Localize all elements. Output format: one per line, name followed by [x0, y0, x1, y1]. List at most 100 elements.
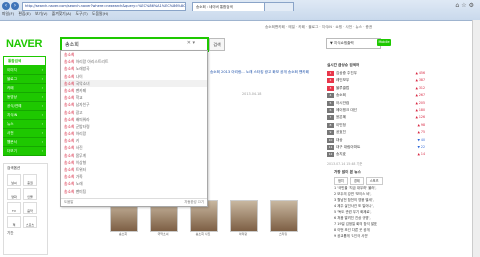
option-sports[interactable]: 스포츠 — [23, 216, 37, 228]
ranking-row[interactable]: 1 김상중 주진우 ▲ 456 — [327, 70, 427, 77]
suggestion-item[interactable]: 송소희 아리랑 — [61, 130, 207, 137]
suggestion-item[interactable]: 송소희 나이 — [61, 73, 207, 80]
suggestion-item[interactable]: 송소희 배띄워라 — [61, 116, 207, 123]
gear-icon[interactable]: ⚙ — [469, 2, 476, 9]
ranking-row[interactable]: 3 블루클럽 ▲ 312 — [327, 85, 427, 92]
mobile-badge[interactable]: Mobile — [377, 39, 391, 46]
suggestion-item[interactable]: 송소희 몸무게 — [61, 152, 207, 159]
suggestion-item[interactable]: 송소희 가족 — [61, 173, 207, 180]
suggestion-item[interactable]: 송소희 이상형 — [61, 159, 207, 166]
suggestion-item[interactable]: 송소희 키 — [61, 137, 207, 144]
dropdown-footer: 도움말 자동완성 끄기 — [61, 198, 207, 206]
ranking-row[interactable]: 4 송소희 ▲ 267 — [327, 92, 427, 99]
suggestion-item[interactable]: 송소희 군밤타령 — [61, 123, 207, 130]
menu-bar: 파일(F) 편집(E) 보기(V) 즐겨찾기(A) 도구(T) 도움말(H) — [2, 11, 111, 17]
image-thumb[interactable] — [230, 200, 258, 232]
tab-sports[interactable]: 스포츠 — [365, 177, 383, 185]
browser-nav: ‹ › — [2, 2, 20, 10]
naver-logo[interactable]: NAVER — [6, 38, 43, 50]
suggestion-item[interactable]: 송소희 광고 — [61, 109, 207, 116]
suggestion-item[interactable]: 송소희 팬카페 — [61, 87, 207, 94]
panel-title: 검색옵션 — [7, 166, 21, 170]
sidebar-item-news[interactable]: 뉴스 › — [3, 120, 46, 129]
ranking-row[interactable]: 12 송지효 ▲ 14 — [327, 151, 427, 158]
scrollbar[interactable] — [472, 20, 480, 257]
forward-icon[interactable]: › — [11, 2, 19, 10]
tab-politics[interactable]: 정치 — [334, 177, 348, 185]
option-weather[interactable]: 날씨 — [7, 174, 21, 186]
tab-active[interactable]: 송소희 : 네이버 통합검색 — [192, 2, 267, 11]
menu-tools[interactable]: 도구(T) — [75, 11, 87, 16]
thumb-caption: 송소희 — [118, 232, 128, 236]
menu-edit[interactable]: 편집(E) — [18, 11, 30, 16]
ranking-row[interactable]: 6 에이핑크 대선 ▲ 180 — [327, 107, 427, 114]
sidebar-item-image[interactable]: 이미지 › — [3, 66, 46, 75]
help-link[interactable]: 도움말 — [64, 199, 73, 206]
ranking-row[interactable]: 8 이민정 ▲ 98 — [327, 122, 427, 129]
ranking-row[interactable]: 9 공효진 ▲ 75 — [327, 129, 427, 136]
ranking-row[interactable]: 5 아시안컵 ▲ 205 — [327, 100, 427, 107]
address-bar[interactable]: http://search.naver.com/search.naver?whe… — [22, 2, 186, 11]
suggestion-item[interactable]: 송소희 팬미팅 — [61, 188, 207, 195]
image-thumb[interactable] — [270, 200, 298, 232]
sidebar-item-video[interactable]: 동영상 › — [3, 93, 46, 102]
thumb-caption: 아리랑 — [238, 232, 248, 236]
menu-favorites[interactable]: 즐겨찾기(A) — [52, 11, 72, 16]
thumb-caption: 국악소녀 — [157, 232, 169, 236]
tab-inactive[interactable] — [264, 2, 294, 11]
ranking-row[interactable]: 11 대구 대림아파트 ▼ 22 — [327, 144, 427, 151]
autocomplete-off-link[interactable]: 자동완성 끄기 — [184, 199, 204, 206]
suggestion-item[interactable]: 송소희 노래방곡 — [61, 65, 207, 72]
sidebar-item-more[interactable]: 더보기 › — [3, 147, 46, 156]
shopping-select[interactable]: ▼ 지식쇼핑출력 — [326, 38, 381, 49]
thumb-caption: 송소희 사진 — [195, 232, 211, 236]
suggestion-item[interactable]: 송소희 노래 — [61, 180, 207, 187]
search-button[interactable]: 검색 — [209, 38, 225, 51]
option-tv[interactable]: TV — [7, 202, 21, 214]
sidebar-item-dict[interactable]: 사전 › — [3, 129, 46, 138]
news-row[interactable]: 송소희 2013 아리랑... 노래 스타킹 광고 화보 공개 송소희 팬카페 — [210, 70, 309, 75]
popular-news-title: 가장 많이 본 뉴스 — [334, 170, 361, 174]
sidebar-item-web[interactable]: 웹문서 › — [3, 138, 46, 147]
menu-view[interactable]: 보기(V) — [35, 11, 48, 16]
news-item[interactable]: 9 공교롭게 '1인극 사건' — [334, 233, 430, 239]
realtime-ranking: 실시간 급상승 검색어 1 김상중 주진우 ▲ 456 2 레인보우 ▲ 387 3 블루… — [327, 63, 427, 166]
window-controls: ⌂☆⚙ — [455, 2, 476, 9]
sidebar-item-kin[interactable]: 지식iN › — [3, 111, 46, 120]
menu-file[interactable]: 파일(F) — [2, 11, 14, 16]
sidebar-item-blog[interactable]: 블로그 › — [3, 75, 46, 84]
suggestion-item[interactable]: 송소희 — [61, 51, 207, 58]
option-music[interactable]: 음악 — [23, 202, 37, 214]
suggestion-item-highlighted[interactable]: 송소희 국악소녀 — [61, 79, 207, 87]
suggestion-item[interactable]: 송소희 사진 — [61, 144, 207, 151]
clear-icon[interactable]: ✕ ▾ — [187, 40, 195, 46]
ranking-row[interactable]: 10 대상 ▼ 40 — [327, 137, 427, 144]
popular-news-box: 가장 많이 본 뉴스 정치 경제 스포츠 1 '국민을 '지금 대우하' 불러'… — [334, 170, 430, 239]
option-person[interactable]: 인물 — [23, 188, 37, 200]
sidebar: 통합검색 이미지 › 블로그 › 카페 › 동영상 › 공식/연예 › 지식iN › 뉴스 ›… — [3, 56, 46, 156]
search-input[interactable]: 송소희 — [65, 41, 79, 48]
suggestion-item[interactable]: 송소희 학교 — [61, 94, 207, 101]
top-nav[interactable]: 송소희팬카페 · 메일 · 카페 · 블로그 · 지식iN · 쇼핑 · 사전 … — [265, 25, 372, 30]
search-options-panel: 검색옵션 날씨 증권 영화 인물 TV 음악 책 스포츠 기간 — [3, 163, 48, 255]
suggestion-item[interactable]: 송소희 트위터 — [61, 166, 207, 173]
menu-help[interactable]: 도움말(H) — [92, 11, 108, 16]
popular-news-tabs: 정치 경제 스포츠 — [334, 177, 430, 185]
realtime-updated: 2013.07.14 15:48 기준 — [327, 161, 363, 166]
back-icon[interactable]: ‹ — [2, 2, 10, 10]
option-stock[interactable]: 증권 — [23, 174, 37, 186]
suggestion-item[interactable]: 송소희 남자친구 — [61, 101, 207, 108]
star-icon[interactable]: ☆ — [461, 2, 468, 9]
sidebar-item-official[interactable]: 공식/연예 › — [3, 102, 46, 111]
tab-economy[interactable]: 경제 — [349, 177, 364, 185]
ranking-row[interactable]: 7 윤은혜 ▲ 126 — [327, 114, 427, 121]
option-movie[interactable]: 영화 — [7, 188, 21, 200]
suggestion-item[interactable]: 송소희 아리랑 아리스트리트 — [61, 58, 207, 65]
option-book[interactable]: 책 — [7, 216, 21, 228]
news-date: 2013.04.18 — [242, 92, 262, 96]
sidebar-item-cafe[interactable]: 카페 › — [3, 84, 46, 93]
ranking-row[interactable]: 2 레인보우 ▲ 387 — [327, 77, 427, 84]
autocomplete-dropdown: 송소희 송소희 아리랑 아리스트리트 송소희 노래방곡 송소희 나이 송소희 국… — [60, 50, 208, 207]
sidebar-item-all[interactable]: 통합검색 — [3, 56, 46, 66]
panel-foot: 기간 — [7, 231, 14, 235]
